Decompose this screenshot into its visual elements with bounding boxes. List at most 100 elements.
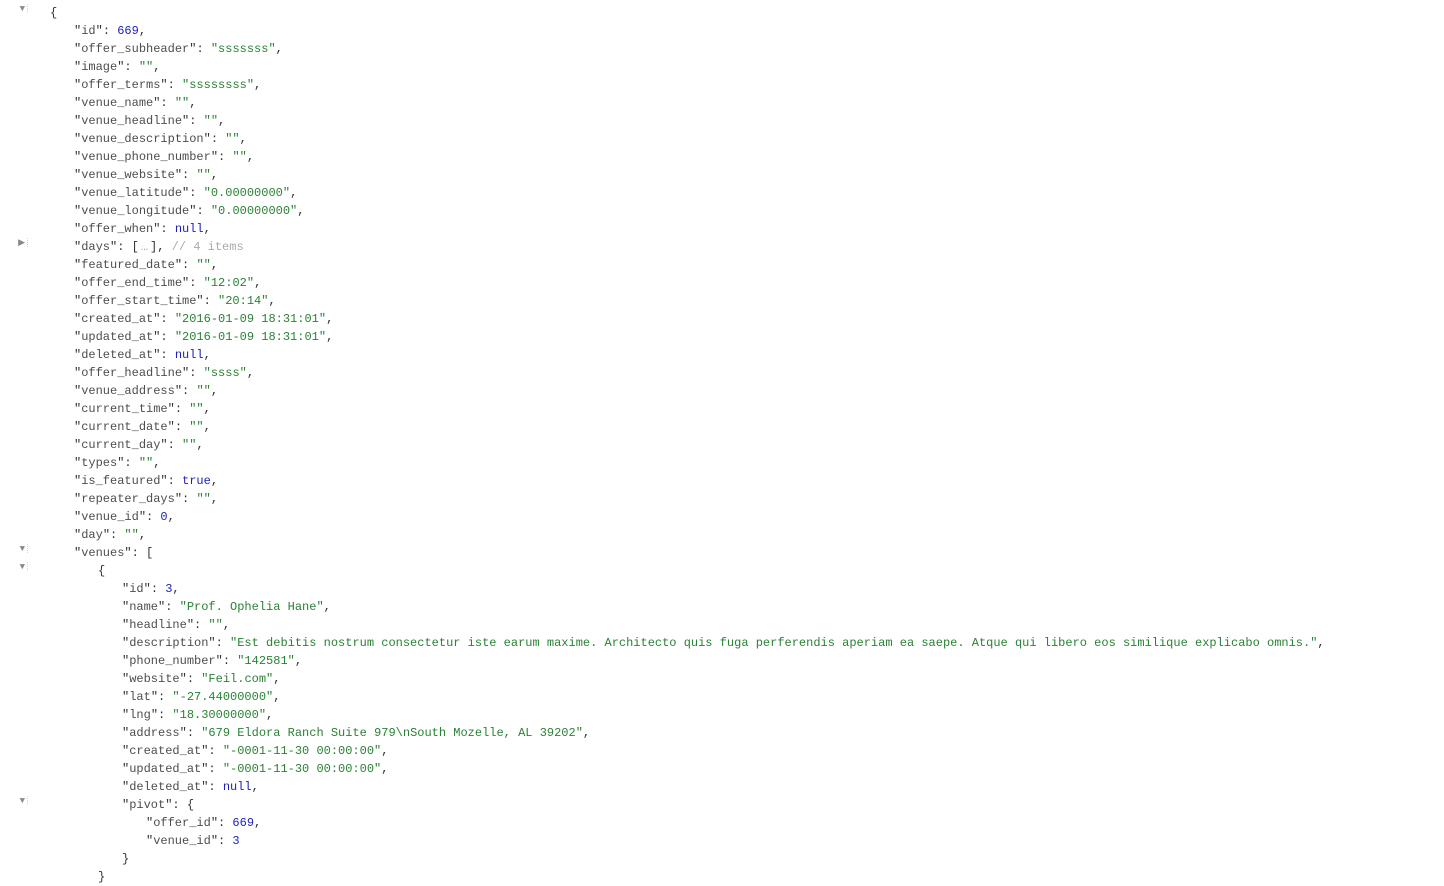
comma: ,: [268, 294, 275, 308]
quote: ": [175, 492, 182, 506]
json-key: created_at: [129, 744, 201, 758]
json-row: "updated_at": "2016-01-09 18:31:01",: [0, 328, 1444, 346]
json-key: description: [129, 636, 208, 650]
json-key: offer_end_time: [81, 276, 182, 290]
json-string-value: "18.30000000": [172, 708, 266, 722]
json-key: offer_subheader: [81, 42, 189, 56]
colon: :: [216, 636, 230, 650]
json-key: venue_headline: [81, 114, 182, 128]
colon: :: [189, 186, 203, 200]
comma: ,: [139, 528, 146, 542]
row-content: "venue_longitude": "0.00000000",: [28, 202, 304, 220]
json-row: }: [0, 868, 1444, 886]
disclosure-triangle-down-icon[interactable]: ▼: [20, 5, 25, 14]
row-content: "deleted_at": null,: [28, 778, 259, 796]
comma: ,: [273, 672, 280, 686]
quote: ": [160, 474, 167, 488]
row-content: "offer_start_time": "20:14",: [28, 292, 276, 310]
comma: ,: [153, 456, 160, 470]
row-content: "venue_phone_number": "",: [28, 148, 254, 166]
colon: :: [160, 96, 174, 110]
json-row: ▼{: [0, 562, 1444, 580]
json-key: venue_id: [153, 834, 211, 848]
comma: ,: [196, 438, 203, 452]
json-key: created_at: [81, 312, 153, 326]
row-content: "venues": [: [28, 544, 153, 562]
json-row: "is_featured": true,: [0, 472, 1444, 490]
json-number-value: 3: [232, 834, 239, 848]
colon: :: [218, 150, 232, 164]
quote: ": [103, 528, 110, 542]
comma: ,: [240, 132, 247, 146]
colon: :: [211, 132, 225, 146]
json-string-value: "": [208, 618, 222, 632]
bracket: ]: [148, 240, 157, 254]
json-string-value: "": [204, 114, 218, 128]
colon: :: [189, 114, 203, 128]
colon: :: [208, 762, 222, 776]
quote: ": [168, 402, 175, 416]
quote: ": [151, 708, 158, 722]
colon: :: [182, 492, 196, 506]
colon: :: [160, 222, 174, 236]
row-content: "venue_headline": "",: [28, 112, 225, 130]
colon: :: [189, 276, 203, 290]
comma: ,: [211, 474, 218, 488]
quote: ": [208, 636, 215, 650]
comma: ,: [247, 366, 254, 380]
bracket: [: [132, 240, 141, 254]
json-string-value: "0.00000000": [204, 186, 290, 200]
colon: :: [160, 330, 174, 344]
disclosure-triangle-right-icon[interactable]: ▶: [18, 239, 25, 248]
row-content: "current_date": "",: [28, 418, 211, 436]
comma: ,: [247, 150, 254, 164]
comma: ,: [204, 222, 211, 236]
colon: :: [187, 726, 201, 740]
comma: ,: [153, 60, 160, 74]
colon: :: [208, 780, 222, 794]
json-key: is_featured: [81, 474, 160, 488]
row-content: "phone_number": "142581",: [28, 652, 302, 670]
json-row: "offer_subheader": "sssssss",: [0, 40, 1444, 58]
row-content: "created_at": "-0001-11-30 00:00:00",: [28, 742, 388, 760]
json-string-value: "679 Eldora Ranch Suite 979\nSouth Mozel…: [201, 726, 583, 740]
ellipsis-icon[interactable]: …: [141, 240, 148, 254]
row-gutter: ▶: [0, 238, 28, 247]
comma: ,: [223, 618, 230, 632]
disclosure-triangle-down-icon[interactable]: ▼: [20, 563, 25, 572]
row-gutter: ▼: [0, 4, 28, 13]
brace: }: [122, 852, 129, 866]
row-content: "name": "Prof. Ophelia Hane",: [28, 598, 331, 616]
json-number-value: 669: [232, 816, 254, 830]
json-row: "website": "Feil.com",: [0, 670, 1444, 688]
quote: ": [216, 654, 223, 668]
row-content: "venue_id": 0,: [28, 508, 175, 526]
comma: ,: [254, 276, 261, 290]
colon: :: [158, 708, 172, 722]
json-key: updated_at: [81, 330, 153, 344]
disclosure-triangle-down-icon[interactable]: ▼: [20, 545, 25, 554]
colon: :: [218, 816, 232, 830]
colon: :: [160, 348, 174, 362]
disclosure-triangle-down-icon[interactable]: ▼: [20, 797, 25, 806]
json-literal-value: null: [175, 222, 204, 236]
json-key: name: [129, 600, 158, 614]
json-string-value: "sssssss": [211, 42, 276, 56]
row-content: "website": "Feil.com",: [28, 670, 280, 688]
json-key: website: [129, 672, 179, 686]
json-key: deleted_at: [129, 780, 201, 794]
quote: ": [124, 546, 131, 560]
json-row: "day": "",: [0, 526, 1444, 544]
json-row: ▶"days": [ … ], // 4 items: [0, 238, 1444, 256]
colon: :: [182, 384, 196, 398]
colon: :: [168, 78, 182, 92]
row-content: "offer_terms": "ssssssss",: [28, 76, 261, 94]
json-string-value: "-0001-11-30 00:00:00": [223, 744, 381, 758]
row-gutter: ▼: [0, 562, 28, 571]
comma: ,: [326, 330, 333, 344]
json-row: "lng": "18.30000000",: [0, 706, 1444, 724]
json-literal-value: true: [182, 474, 211, 488]
json-string-value: "": [196, 492, 210, 506]
json-literal-value: null: [223, 780, 252, 794]
quote: ": [144, 582, 151, 596]
